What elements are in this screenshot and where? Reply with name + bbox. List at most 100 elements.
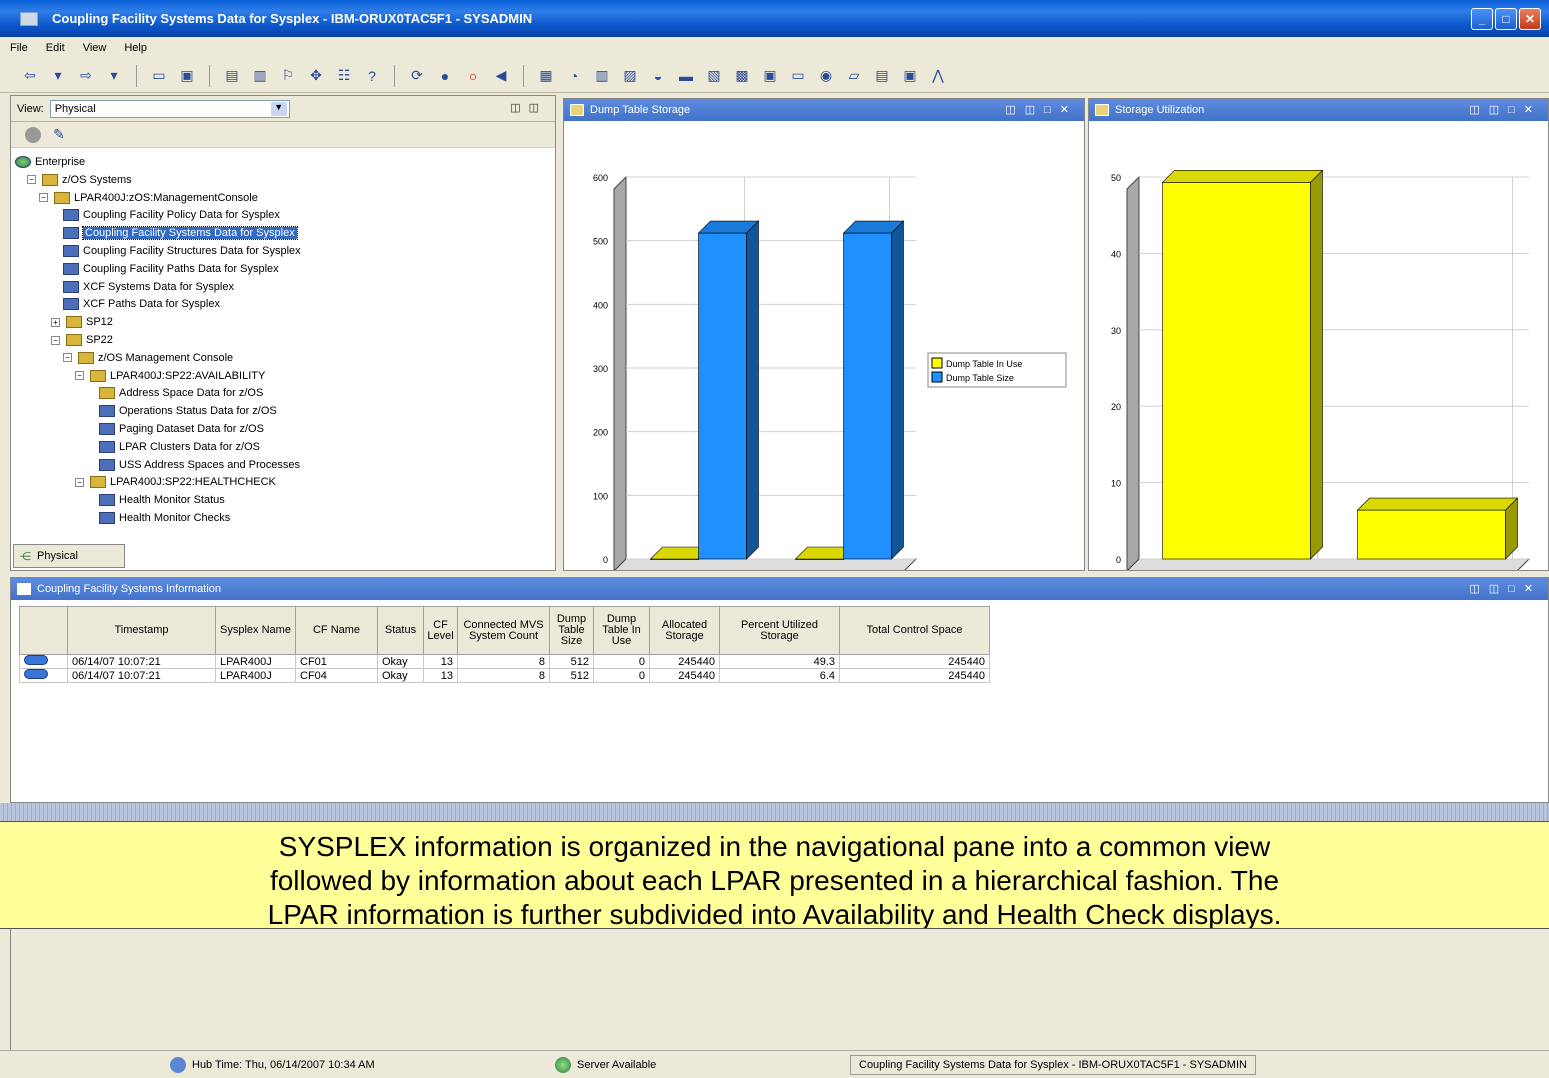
column-header[interactable]: Status xyxy=(377,606,424,655)
forward-dropdown-icon[interactable]: ▾ xyxy=(104,66,124,86)
tree-node[interactable]: − LPAR400J:zOS:ManagementConsole xyxy=(39,190,258,206)
chevron-down-icon[interactable]: ▼ xyxy=(270,101,287,116)
linear-gauge-icon[interactable]: ▬ xyxy=(676,66,696,86)
cell-sysplex-name: LPAR400J xyxy=(215,668,296,683)
save-icon[interactable]: ▣ xyxy=(177,66,197,86)
message-log-icon[interactable]: ▭ xyxy=(788,66,808,86)
legend-label: Dump Table In Use xyxy=(946,359,1022,369)
topology-icon[interactable]: ▣ xyxy=(900,66,920,86)
pane-controls[interactable]: ◫◫□✕ xyxy=(1469,582,1542,595)
tree-node[interactable]: USS Address Spaces and Processes xyxy=(99,457,300,473)
pane-split-icons[interactable]: ◫◫ xyxy=(510,101,547,114)
menu-view[interactable]: View xyxy=(83,42,107,54)
users-icon[interactable]: ☷ xyxy=(334,66,354,86)
collapse-icon[interactable]: − xyxy=(75,477,84,487)
pie-chart-icon[interactable]: ◔ xyxy=(564,66,584,86)
column-header[interactable]: CF Name xyxy=(295,606,378,655)
column-header[interactable]: Sysplex Name xyxy=(215,606,296,655)
view-select[interactable]: Physical ▼ xyxy=(49,99,290,118)
situation-icon[interactable]: ⚐ xyxy=(278,66,298,86)
table-row[interactable]: 06/14/07 10:07:21 LPAR400J CF01 Okay 13 … xyxy=(19,654,990,669)
storage-utilization-chart: 01020304050CF01CF04 xyxy=(1111,169,1531,585)
graphic-view-icon[interactable]: ▣ xyxy=(760,66,780,86)
bar-chart-icon xyxy=(1095,104,1109,116)
tree-node[interactable]: LPAR Clusters Data for z/OS xyxy=(99,439,260,455)
tree-node[interactable]: − z/OS Management Console xyxy=(63,350,233,366)
refresh-icon[interactable]: ⟳ xyxy=(407,66,427,86)
column-header[interactable]: Connected MVS System Count xyxy=(457,606,550,655)
tree-node[interactable]: Health Monitor Status xyxy=(99,492,225,508)
column-header[interactable] xyxy=(19,606,68,655)
open-icon[interactable]: ▭ xyxy=(149,66,169,86)
menu-edit[interactable]: Edit xyxy=(46,42,65,54)
tab-physical[interactable]: ⋲ Physical xyxy=(13,544,125,568)
column-header[interactable]: Dump Table In Use xyxy=(593,606,650,655)
tree-node[interactable]: Coupling Facility Policy Data for Sysple… xyxy=(63,207,280,223)
tree-node[interactable]: + SP12 xyxy=(51,314,113,330)
column-header[interactable]: Total Control Space xyxy=(839,606,990,655)
y-tick-label: 100 xyxy=(593,491,608,501)
column-header[interactable]: Timestamp xyxy=(67,606,216,655)
properties-icon[interactable]: ▤ xyxy=(222,66,242,86)
circular-gauge-icon[interactable]: ◒ xyxy=(648,66,668,86)
link-icon[interactable] xyxy=(19,654,68,669)
table-view-icon[interactable]: ▦ xyxy=(536,66,556,86)
tree-node[interactable]: Operations Status Data for z/OS xyxy=(99,403,277,419)
tree-node[interactable]: Coupling Facility Paths Data for Sysplex xyxy=(63,261,279,277)
notepad-icon[interactable]: ▧ xyxy=(704,66,724,86)
graph-icon[interactable]: ⋀ xyxy=(928,66,948,86)
collapse-icon[interactable]: − xyxy=(51,335,60,345)
plot-chart-icon[interactable]: ▨ xyxy=(620,66,640,86)
y-tick-label: 20 xyxy=(1111,402,1121,412)
edit-navigator-icon[interactable]: ✎ xyxy=(49,125,69,145)
terminal-icon[interactable]: ▱ xyxy=(844,66,864,86)
maximize-button[interactable]: □ xyxy=(1495,8,1517,30)
collapse-icon[interactable]: − xyxy=(27,175,36,185)
back-icon[interactable]: ⇦ xyxy=(20,66,40,86)
menu-file[interactable]: File xyxy=(10,42,28,54)
pane-controls[interactable]: ◫◫□✕ xyxy=(1005,103,1078,116)
column-header[interactable]: Allocated Storage xyxy=(649,606,720,655)
column-header[interactable]: Percent Utilized Storage xyxy=(719,606,840,655)
table-row[interactable]: 06/14/07 10:07:21 LPAR400J CF04 Okay 13 … xyxy=(19,668,990,683)
back-dropdown-icon[interactable]: ▾ xyxy=(48,66,68,86)
tree-node[interactable]: − SP22 xyxy=(51,332,113,348)
event-console-icon[interactable]: ▩ xyxy=(732,66,752,86)
tree-node[interactable]: XCF Systems Data for Sysplex xyxy=(63,279,234,295)
pause-icon[interactable]: ● xyxy=(435,66,455,86)
tree-node[interactable]: Address Space Data for z/OS xyxy=(99,385,263,401)
collapse-icon[interactable]: − xyxy=(63,353,72,363)
link-icon[interactable] xyxy=(19,668,68,683)
column-header[interactable]: CF Level xyxy=(423,606,458,655)
tree-node[interactable]: Enterprise xyxy=(15,154,85,170)
tree-node-label: USS Address Spaces and Processes xyxy=(119,458,300,471)
browser-icon[interactable]: ◉ xyxy=(816,66,836,86)
cell-cf-name: CF01 xyxy=(295,654,378,669)
help-icon[interactable]: ? xyxy=(362,66,382,86)
take-action-icon[interactable]: ▤ xyxy=(872,66,892,86)
column-header[interactable]: Dump Table Size xyxy=(549,606,594,655)
minimize-button[interactable]: _ xyxy=(1471,8,1493,30)
pane-controls[interactable]: ◫◫□✕ xyxy=(1469,103,1542,116)
sound-icon[interactable]: ◀ xyxy=(491,66,511,86)
tree-node[interactable]: Coupling Facility Structures Data for Sy… xyxy=(63,243,301,259)
menu-help[interactable]: Help xyxy=(124,42,147,54)
tree-node[interactable]: − LPAR400J:SP22:AVAILABILITY xyxy=(75,368,265,384)
stop-icon[interactable]: ○ xyxy=(463,66,483,86)
update-icon[interactable] xyxy=(25,126,41,143)
tree-node[interactable]: − z/OS Systems xyxy=(27,172,132,188)
navigator-icon[interactable]: ✥ xyxy=(306,66,326,86)
history-icon[interactable]: ▥ xyxy=(250,66,270,86)
collapse-icon[interactable]: − xyxy=(75,371,84,381)
tree-node[interactable]: XCF Paths Data for Sysplex xyxy=(63,296,220,312)
tree-node[interactable]: Health Monitor Checks xyxy=(99,510,230,526)
expand-icon[interactable]: + xyxy=(51,317,60,327)
tree-node[interactable]: − LPAR400J:SP22:HEALTHCHECK xyxy=(75,474,276,490)
forward-icon[interactable]: ⇨ xyxy=(76,66,96,86)
close-button[interactable]: ✕ xyxy=(1519,8,1541,30)
tree-node[interactable]: Coupling Facility Systems Data for Syspl… xyxy=(63,225,298,241)
tree-node[interactable]: Paging Dataset Data for z/OS xyxy=(99,421,264,437)
collapse-icon[interactable]: − xyxy=(39,193,48,203)
bar-chart-icon[interactable]: ▥ xyxy=(592,66,612,86)
pane-splitter[interactable] xyxy=(0,803,1549,821)
